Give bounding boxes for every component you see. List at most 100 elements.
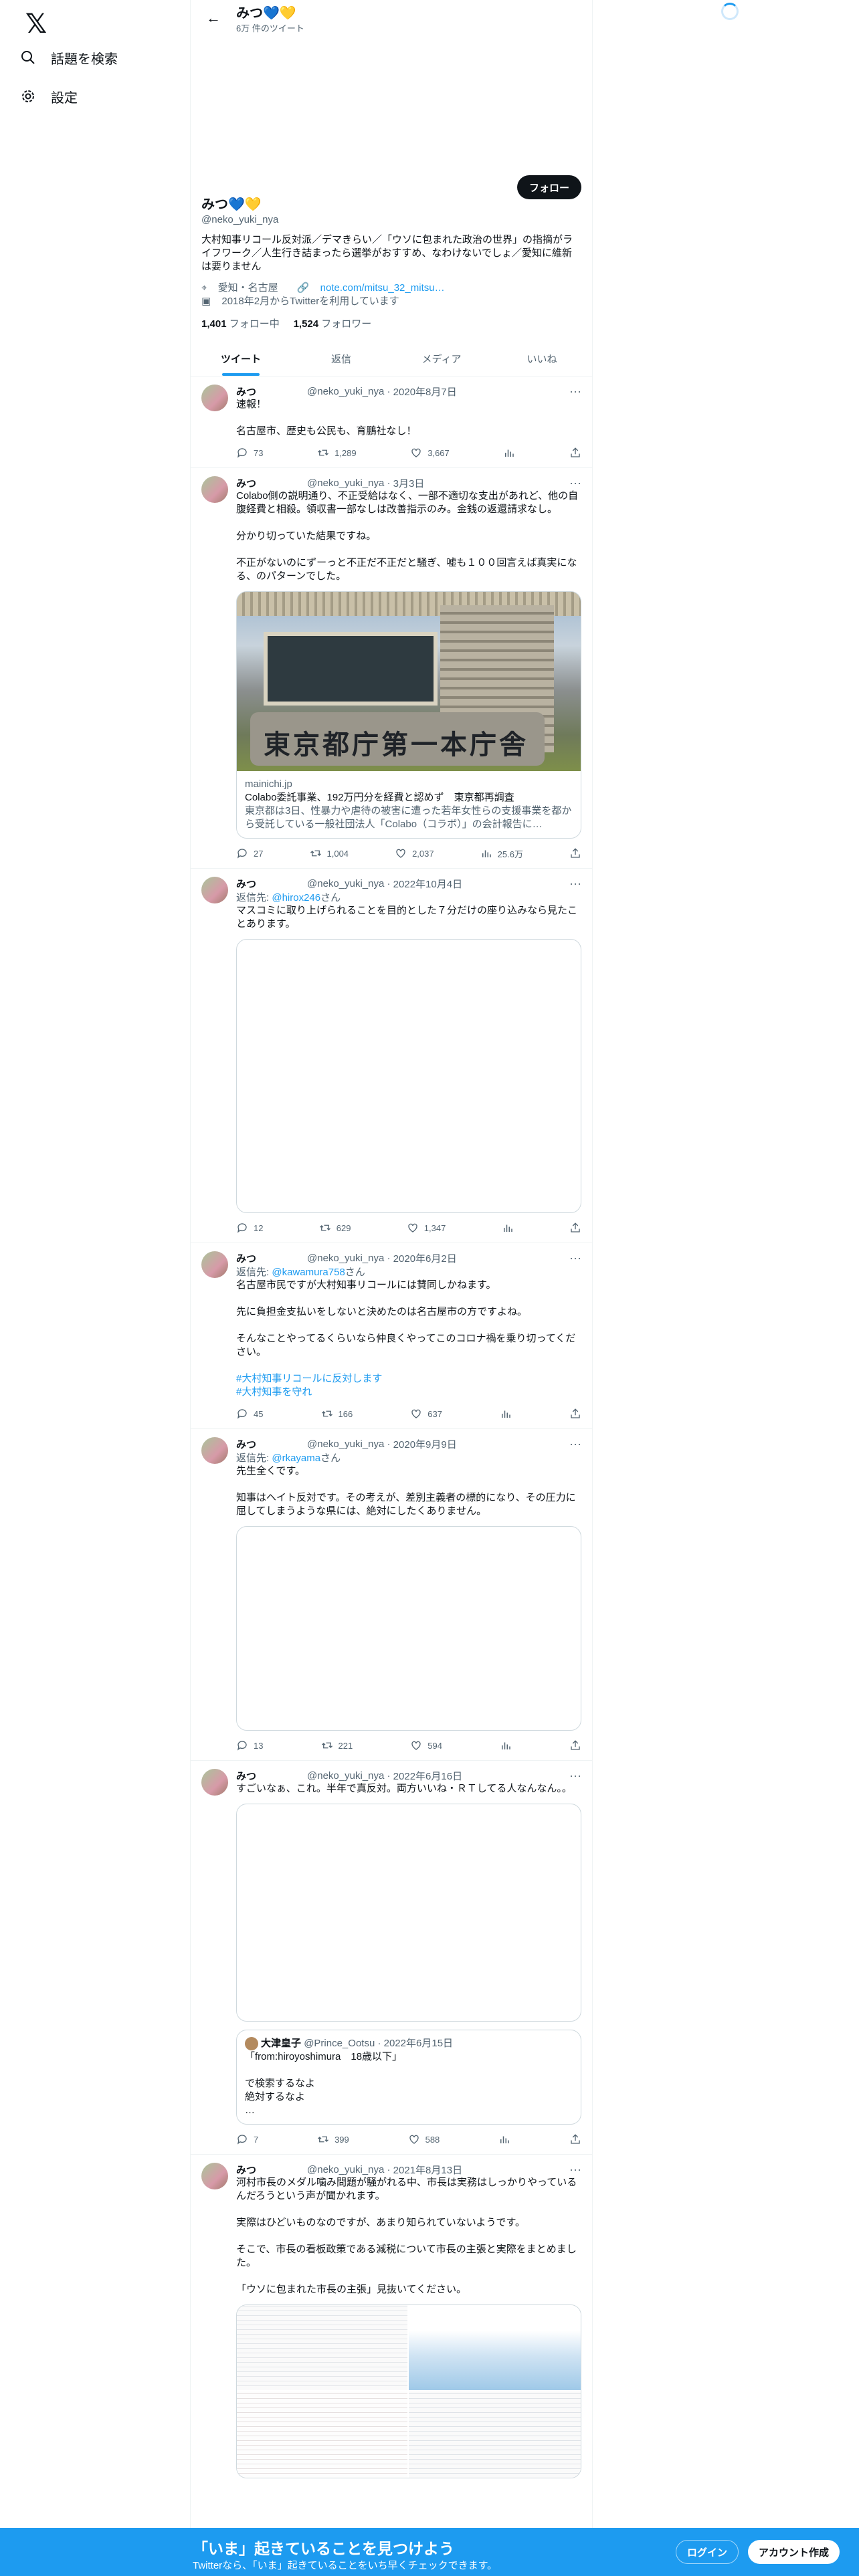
share-button[interactable] [569, 2133, 581, 2145]
login-button[interactable]: ログイン [676, 2540, 739, 2564]
tweet-author-handle[interactable]: @neko_yuki_nya [307, 386, 384, 397]
tab-media[interactable]: メディア [391, 341, 492, 376]
tweet-author-name[interactable]: みつ [236, 1437, 256, 1451]
views-button[interactable]: 25.6万 [480, 847, 523, 860]
nav-explore[interactable]: 話題を検索 [11, 39, 126, 76]
tweet[interactable]: ··· みつ @neko_yuki_nya · 3月3日 Colabo側の説明通り… [191, 468, 592, 869]
tweet-author-name[interactable]: みつ [236, 385, 256, 399]
like-button[interactable]: 594 [410, 1739, 442, 1751]
share-button[interactable] [569, 1222, 581, 1234]
tweet-author-handle[interactable]: @neko_yuki_nya [307, 477, 384, 489]
signup-button[interactable]: アカウント作成 [748, 2540, 840, 2564]
more-icon[interactable]: ··· [569, 1769, 581, 1783]
share-button[interactable] [569, 1739, 581, 1751]
tab-likes[interactable]: いいね [492, 341, 592, 376]
like-button[interactable]: 1,347 [407, 1222, 446, 1234]
media-placeholder[interactable] [236, 1526, 581, 1731]
mention-link[interactable]: @rkayama [272, 1453, 320, 1464]
more-icon[interactable]: ··· [569, 476, 581, 490]
more-icon[interactable]: ··· [569, 2163, 581, 2177]
reply-button[interactable]: 12 [236, 1222, 263, 1234]
more-icon[interactable]: ··· [569, 1251, 581, 1265]
tweet-image[interactable] [237, 2391, 409, 2478]
avatar[interactable] [201, 2163, 228, 2190]
hashtag-link[interactable]: #大村知事を守れ [236, 1386, 312, 1398]
like-button[interactable]: 588 [408, 2133, 440, 2145]
retweet-button[interactable]: 166 [321, 1408, 353, 1420]
tweet[interactable]: ··· みつ @neko_yuki_nya · 2022年10月4日 返信先: @… [191, 869, 592, 1243]
more-icon[interactable]: ··· [569, 877, 581, 891]
views-button[interactable] [503, 447, 515, 459]
tweet-author-name[interactable]: みつ [236, 877, 256, 891]
image-grid[interactable] [236, 2304, 581, 2479]
quote-tweet[interactable]: 大津皇子 @Prince_Ootsu · 2022年6月15日 「from:hi… [236, 2030, 581, 2125]
tweet-image[interactable] [237, 2305, 409, 2392]
following-link[interactable]: 1,401 フォロー中 [201, 318, 280, 330]
tweet[interactable]: ··· みつ @neko_yuki_nya · 2020年8月7日 速報！ 名古屋… [191, 377, 592, 468]
tweet-date[interactable]: 3月3日 [393, 476, 425, 490]
reply-button[interactable]: 73 [236, 447, 263, 459]
retweet-button[interactable]: 1,289 [317, 447, 357, 459]
tweet-date[interactable]: 2021年8月13日 [393, 2163, 462, 2177]
mention-link[interactable]: @hirox246 [272, 892, 320, 903]
tweet-date[interactable]: 2020年6月2日 [393, 1251, 457, 1265]
views-button[interactable] [500, 1739, 512, 1751]
views-button[interactable] [500, 1408, 512, 1420]
avatar[interactable] [201, 877, 228, 903]
tweet-author-handle[interactable]: @neko_yuki_nya [307, 1770, 384, 1782]
more-icon[interactable]: ··· [569, 1437, 581, 1451]
share-button[interactable] [569, 847, 581, 859]
reply-button[interactable]: 45 [236, 1408, 263, 1420]
media-placeholder[interactable] [236, 1804, 581, 2022]
mention-link[interactable]: @kawamura758 [272, 1267, 345, 1278]
x-logo-icon[interactable]: 𝕏 [19, 7, 54, 41]
like-button[interactable]: 3,667 [410, 447, 450, 459]
tab-replies[interactable]: 返信 [291, 341, 391, 376]
avatar[interactable] [201, 1251, 228, 1278]
avatar[interactable] [201, 476, 228, 503]
tweet[interactable]: ··· みつ @neko_yuki_nya · 2020年9月9日 返信先: @r… [191, 1429, 592, 1761]
tweet-author-name[interactable]: みつ [236, 2163, 256, 2177]
back-arrow-icon[interactable]: ← [201, 6, 225, 30]
retweet-button[interactable]: 399 [317, 2133, 349, 2145]
tweet-date[interactable]: 2022年10月4日 [393, 877, 462, 891]
retweet-button[interactable]: 629 [319, 1222, 351, 1234]
tweet-date[interactable]: 2022年6月16日 [393, 1769, 462, 1783]
profile-link[interactable]: note.com/mitsu_32_mitsu… [320, 282, 445, 294]
retweet-button[interactable]: 1,004 [310, 847, 349, 859]
tweet-author-name[interactable]: みつ [236, 476, 256, 490]
tab-tweets[interactable]: ツイート [191, 341, 291, 376]
tweet-author-handle[interactable]: @neko_yuki_nya [307, 2164, 384, 2175]
views-button[interactable] [502, 1222, 514, 1234]
like-button[interactable]: 637 [410, 1408, 442, 1420]
share-button[interactable] [569, 1408, 581, 1420]
tweet-image[interactable] [409, 2391, 581, 2478]
tweet[interactable]: ··· みつ @neko_yuki_nya · 2022年6月16日 すごいなぁ、… [191, 1761, 592, 2155]
share-button[interactable] [569, 447, 581, 459]
tweet-author-handle[interactable]: @neko_yuki_nya [307, 1438, 384, 1450]
like-button[interactable]: 2,037 [395, 847, 434, 859]
reply-button[interactable]: 7 [236, 2133, 258, 2145]
tweet-author-handle[interactable]: @neko_yuki_nya [307, 878, 384, 889]
tweet-image[interactable] [409, 2305, 581, 2392]
tweet-author-handle[interactable]: @neko_yuki_nya [307, 1253, 384, 1264]
retweet-button[interactable]: 221 [321, 1739, 353, 1751]
avatar[interactable] [201, 1769, 228, 1796]
follow-button[interactable]: フォロー [516, 175, 581, 199]
link-card[interactable]: 東京都庁第一本庁舎 mainichi.jp Colabo委託事業、192万円分を… [236, 591, 581, 839]
avatar[interactable] [201, 385, 228, 411]
tweet[interactable]: ··· みつ @neko_yuki_nya · 2020年6月2日 返信先: @k… [191, 1243, 592, 1429]
tweet-date[interactable]: 2020年9月9日 [393, 1437, 457, 1451]
reply-button[interactable]: 27 [236, 847, 263, 859]
hashtag-link[interactable]: #大村知事リコールに反対します [236, 1373, 382, 1384]
nav-settings[interactable]: 設定 [11, 78, 86, 115]
views-button[interactable] [498, 2133, 510, 2145]
tweet-author-name[interactable]: みつ [236, 1251, 256, 1265]
more-icon[interactable]: ··· [569, 385, 581, 399]
media-placeholder[interactable] [236, 939, 581, 1213]
reply-button[interactable]: 13 [236, 1739, 263, 1751]
followers-link[interactable]: 1,524 フォロワー [294, 318, 372, 330]
tweet-author-name[interactable]: みつ [236, 1769, 256, 1783]
avatar[interactable] [201, 1437, 228, 1464]
tweet[interactable]: ··· みつ @neko_yuki_nya · 2021年8月13日 河村市長のメ… [191, 2155, 592, 2479]
